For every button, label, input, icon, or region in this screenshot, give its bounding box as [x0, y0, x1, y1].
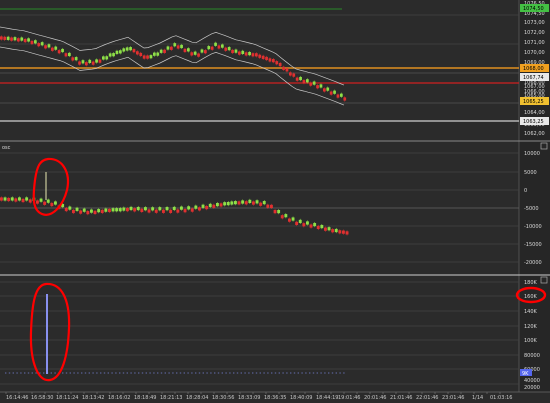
x-axis-label: 18:21:13 [160, 395, 182, 401]
oscillator-axis-label: 10000 [524, 151, 540, 157]
x-axis-label: 18:30:56 [212, 395, 234, 401]
x-axis-label: 18:44:19 [316, 395, 338, 401]
oscillator-axis-label: 0 [524, 188, 527, 194]
price-axis-label: 1062,00 [524, 131, 545, 137]
volume-tag-text: 9K [522, 371, 529, 377]
price-axis-label: 1073,00 [524, 20, 545, 26]
x-axis-label: 18:40:09 [290, 395, 312, 401]
volume-axis-label: 140K [524, 309, 538, 315]
x-axis-label: 22:01:46 [416, 395, 438, 401]
volume-axis-label: 100K [524, 338, 538, 344]
x-axis-label: 18:28:04 [186, 395, 208, 401]
price-tag-last-text: 1065,25 [523, 99, 544, 105]
price-tag-low-text: 1063,25 [523, 119, 544, 125]
x-axis-label: 19:01:46 [338, 395, 360, 401]
volume-axis-label: 20000 [524, 385, 540, 391]
oscillator-axis-label: 5000 [524, 170, 537, 176]
price-axis-label: 1071,00 [524, 40, 545, 46]
x-axis-label: 18:13:42 [82, 395, 104, 401]
price-tag-support-text: 1068,00 [523, 66, 544, 72]
oscillator-title: osc [2, 145, 11, 151]
price-axis-label: 1064,00 [524, 110, 545, 116]
x-axis-label: 21:01:46 [390, 395, 412, 401]
x-axis-label: 01:03:16 [490, 395, 512, 401]
price-tag-current-text: 1067,74 [523, 75, 544, 81]
price-axis-label: 1070,00 [524, 50, 545, 56]
price-axis-bg [519, 0, 550, 392]
oscillator-axis-label: -5000 [524, 206, 539, 212]
oscillator-axis-label: -15000 [524, 242, 542, 248]
volume-axis-label: 80000 [524, 353, 540, 359]
x-axis-label: 18:33:09 [238, 395, 260, 401]
volume-axis-label: 120K [524, 324, 538, 330]
x-axis-label: 18:11:24 [56, 395, 78, 401]
x-axis-label: 23:01:46 [442, 395, 464, 401]
x-axis-label: 18:18:49 [134, 395, 156, 401]
x-axis-label: 20:01:46 [364, 395, 386, 401]
x-axis-label: 16:14:46 [6, 395, 28, 401]
price-axis-label: 1072,00 [524, 30, 545, 36]
oscillator-axis-label: -10000 [524, 224, 542, 230]
volume-axis-label: 40000 [524, 378, 540, 384]
price-tag-top-text: 1074,50 [523, 6, 544, 12]
chart-canvas[interactable]: 1076,50 1074,50 1073,00 1072,00 1071,00 … [0, 0, 550, 403]
volume-axis-label: 180K [524, 280, 538, 286]
x-axis-label: 1/14 [472, 395, 483, 401]
x-axis-label: 18:36:35 [264, 395, 286, 401]
x-axis-label: 16:58:30 [31, 395, 53, 401]
volume-axis-label: 160K [524, 294, 538, 300]
oscillator-axis-label: -20000 [524, 260, 542, 266]
x-axis-label: 18:16:02 [108, 395, 130, 401]
